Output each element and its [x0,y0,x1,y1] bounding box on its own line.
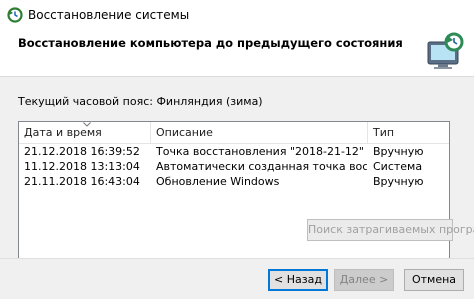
title-bar: Восстановление системы [0,0,474,30]
list-header: Дата и время Описание Тип [19,122,449,144]
timezone-label: Текущий часовой пояс: Финляндия (зима) [18,95,263,108]
table-row[interactable]: 21.12.2018 16:39:52 Точка восстановления… [19,144,449,159]
row-description: Точка восстановления "2018-21-12" [156,145,364,158]
row-type: Вручную [373,175,424,188]
restore-points-list[interactable]: Дата и время Описание Тип 21.12.2018 16:… [18,121,450,268]
page-heading: Восстановление компьютера до предыдущего… [18,36,403,50]
row-date: 21.11.2018 16:43:04 [24,175,140,188]
row-date: 11.12.2018 13:13:04 [24,160,140,173]
row-description: Автоматически созданная точка восстановл… [156,160,367,173]
next-button[interactable]: Далее > [334,269,394,291]
row-type: Вручную [373,145,424,158]
header-area: Восстановление компьютера до предыдущего… [0,30,474,76]
sort-chevron-icon [83,122,91,127]
row-type: Система [373,160,423,173]
back-button[interactable]: < Назад [268,269,328,291]
table-row[interactable]: 11.12.2018 13:13:04 Автоматически создан… [19,159,449,174]
row-date: 21.12.2018 16:39:52 [24,145,140,158]
scan-affected-programs-button[interactable]: Поиск затрагиваемых программ [307,219,474,241]
table-row[interactable]: 21.11.2018 16:43:04 Обновление Windows В… [19,174,449,189]
row-description: Обновление Windows [156,175,280,188]
cancel-button[interactable]: Отмена [404,269,464,291]
monitor-restore-icon [427,32,464,69]
footer-bar: < Назад Далее > Отмена [0,258,474,299]
column-header-type[interactable]: Тип [368,122,449,143]
window-title: Восстановление системы [28,8,190,22]
system-restore-icon [7,7,23,23]
column-header-description[interactable]: Описание [151,122,367,143]
content-area: Текущий часовой пояс: Финляндия (зима) Д… [0,76,474,268]
